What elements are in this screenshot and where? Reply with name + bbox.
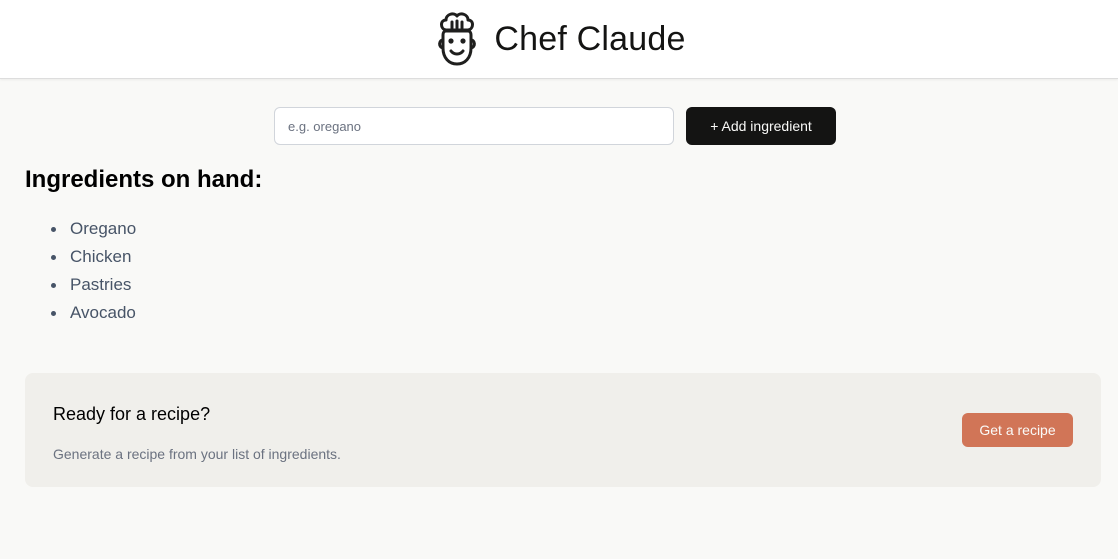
ingredient-item: Chicken (45, 243, 136, 271)
add-ingredient-form: + Add ingredient (274, 107, 836, 145)
get-recipe-panel: Ready for a recipe? Generate a recipe fr… (25, 373, 1101, 487)
get-recipe-button[interactable]: Get a recipe (962, 413, 1073, 447)
chef-face-icon (438, 12, 477, 66)
ingredients-heading: Ingredients on hand: (25, 166, 263, 193)
ingredient-input[interactable] (274, 107, 674, 145)
recipe-panel-title: Ready for a recipe? (53, 404, 211, 424)
ingredient-item: Pastries (45, 271, 136, 299)
ingredient-item: Oregano (45, 215, 136, 243)
main-content: + Add ingredient Ingredients on hand: Or… (0, 79, 1118, 559)
add-ingredient-button[interactable]: + Add ingredient (686, 107, 836, 145)
ingredient-item: Avocado (45, 299, 136, 327)
app-title: Chef Claude (494, 20, 686, 58)
recipe-panel-subtitle: Generate a recipe from your list of ingr… (53, 446, 341, 462)
app-header: Chef Claude (0, 0, 1118, 79)
ingredient-list: Oregano Chicken Pastries Avocado (45, 215, 136, 327)
